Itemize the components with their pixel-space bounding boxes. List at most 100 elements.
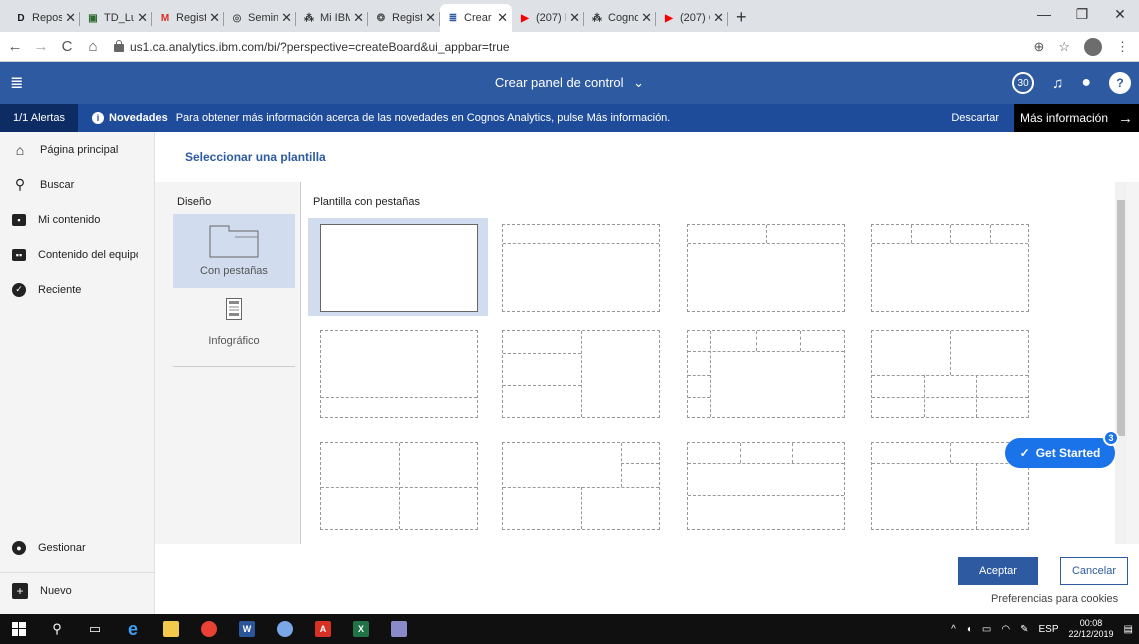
app-title-text: Crear panel de control: [494, 75, 624, 90]
word-icon[interactable]: W: [228, 614, 266, 644]
browser-tab[interactable]: D Reposito✕: [8, 4, 80, 32]
close-tab-icon[interactable]: ✕: [281, 10, 292, 26]
close-tab-icon[interactable]: ✕: [497, 10, 508, 26]
sidebar-item-team-content[interactable]: ▪▪ Contenido del equipo: [0, 237, 154, 272]
template-3[interactable]: [687, 224, 845, 312]
browser-tab[interactable]: ❂ Registrat✕: [368, 4, 440, 32]
url-field[interactable]: us1.ca.analytics.ibm.com/bi/?perspective…: [114, 39, 510, 54]
bell-icon[interactable]: ♫: [1052, 76, 1063, 91]
task-view-icon[interactable]: ▭: [76, 614, 114, 644]
help-icon[interactable]: ?: [1109, 72, 1131, 94]
language-indicator[interactable]: ESP: [1038, 624, 1058, 635]
aceptar-button[interactable]: Aceptar: [958, 557, 1038, 585]
browser-tab[interactable]: ▶ (207) CAI✕: [656, 4, 728, 32]
battery-icon[interactable]: ▭: [982, 624, 991, 635]
browser-tab[interactable]: ⁂ Mi IBM ✕: [296, 4, 368, 32]
sidebar-item-new[interactable]: + Nuevo: [0, 572, 155, 608]
address-bar: ← → C ⌂ us1.ca.analytics.ibm.com/bi/?per…: [0, 32, 1139, 62]
template-9[interactable]: [320, 442, 478, 530]
close-tab-icon[interactable]: ✕: [65, 10, 76, 26]
close-tab-icon[interactable]: ✕: [353, 10, 364, 26]
template-1[interactable]: [320, 224, 478, 312]
forward-button[interactable]: →: [30, 38, 52, 55]
maximize-button[interactable]: ❐: [1063, 0, 1101, 28]
browser-menu-icon[interactable]: ⋮: [1116, 39, 1129, 55]
browser-tab[interactable]: ▶ (207) IBM✕: [512, 4, 584, 32]
template-4[interactable]: [871, 224, 1029, 312]
browser-tab[interactable]: M Registro✕: [152, 4, 224, 32]
new-tab-button[interactable]: +: [736, 7, 747, 28]
user-icon[interactable]: ●: [1081, 75, 1091, 91]
get-started-badge: 3: [1103, 430, 1119, 446]
app-icon[interactable]: [266, 614, 304, 644]
close-tab-icon[interactable]: ✕: [569, 10, 580, 26]
reload-button[interactable]: C: [56, 38, 78, 55]
back-button[interactable]: ←: [4, 38, 26, 55]
browser-tab[interactable]: ≣ Crear pa✕: [440, 4, 512, 32]
tab-favicon-icon: M: [160, 12, 170, 24]
cookie-preferences-link[interactable]: Preferencias para cookies: [991, 593, 1118, 605]
search-icon[interactable]: ⚲: [38, 614, 76, 644]
template-6[interactable]: [502, 330, 660, 418]
close-tab-icon[interactable]: ✕: [209, 10, 220, 26]
scrollbar-thumb[interactable]: [1117, 200, 1125, 436]
clock[interactable]: 00:08 22/12/2019: [1069, 618, 1114, 640]
profile-avatar[interactable]: [1084, 38, 1102, 56]
notification-count-badge[interactable]: 30: [1012, 72, 1035, 94]
browser-tab[interactable]: ⁂ Cognos A✕: [584, 4, 656, 32]
file-explorer-icon[interactable]: [152, 614, 190, 644]
clock-date: 22/12/2019: [1068, 629, 1114, 639]
mas-informacion-button[interactable]: Más información →: [1014, 104, 1139, 132]
excel-icon[interactable]: X: [342, 614, 380, 644]
volume-icon[interactable]: ◖: [966, 624, 972, 635]
edge-icon[interactable]: e: [114, 614, 152, 644]
template-scrollbar[interactable]: [1115, 182, 1127, 544]
chevron-up-icon[interactable]: ^: [951, 624, 956, 635]
close-window-button[interactable]: ✕: [1101, 0, 1139, 28]
arrow-right-icon: →: [1118, 109, 1134, 127]
snipping-tool-icon[interactable]: [380, 614, 418, 644]
novedades-text: Novedades: [109, 112, 168, 124]
alerts-count[interactable]: 1/1 Alertas: [0, 104, 78, 132]
minimize-button[interactable]: —: [1025, 0, 1063, 28]
template-5[interactable]: [320, 330, 478, 418]
browser-tab[interactable]: ◎ Seminari✕: [224, 4, 296, 32]
close-tab-icon[interactable]: ✕: [425, 10, 436, 26]
home-button[interactable]: ⌂: [82, 38, 104, 55]
sidebar-item-home[interactable]: ⌂ Página principal: [0, 132, 154, 167]
tab-list: DReposito✕▣TD_LuzAr✕MRegistro✕◎Seminari✕…: [8, 4, 728, 32]
option-tabbed[interactable]: Con pestañas: [173, 214, 295, 288]
sidebar-item-my-content[interactable]: ▪ Mi contenido: [0, 202, 154, 237]
browser-tab-strip: DReposito✕▣TD_LuzAr✕MRegistro✕◎Seminari✕…: [0, 0, 1139, 32]
windows-start-icon[interactable]: [0, 614, 38, 644]
template-8[interactable]: [871, 330, 1029, 418]
template-10[interactable]: [502, 442, 660, 530]
close-tab-icon[interactable]: ✕: [713, 10, 724, 26]
sidebar-item-search[interactable]: ⚲ Buscar: [0, 167, 154, 202]
tab-title: Seminari: [248, 12, 279, 24]
star-icon[interactable]: ☆: [1058, 39, 1070, 55]
app-title[interactable]: Crear panel de control ⌄: [0, 75, 1139, 91]
descartar-link[interactable]: Descartar: [951, 112, 999, 124]
close-tab-icon[interactable]: ✕: [641, 10, 652, 26]
url-text: us1.ca.analytics.ibm.com/bi/?perspective…: [130, 39, 510, 54]
option-infographic[interactable]: Infográfico: [173, 298, 295, 362]
info-icon: i: [92, 112, 104, 124]
zoom-icon[interactable]: ⊕: [1033, 39, 1044, 55]
sidebar-item-manage[interactable]: ● Gestionar: [0, 530, 155, 565]
cancelar-button[interactable]: Cancelar: [1060, 557, 1128, 585]
chrome-icon[interactable]: [190, 614, 228, 644]
notifications-icon[interactable]: ▤: [1124, 624, 1133, 635]
pen-icon[interactable]: ✎: [1020, 624, 1028, 635]
get-started-button[interactable]: ✓ Get Started 3: [1005, 430, 1119, 468]
browser-tab[interactable]: ▣ TD_LuzAr✕: [80, 4, 152, 32]
template-selector-panel: Diseño Con pestañas Infográfico Plantill…: [155, 182, 1139, 544]
template-2[interactable]: [502, 224, 660, 312]
sidebar-item-recent[interactable]: ✓ Reciente: [0, 272, 154, 307]
acrobat-icon[interactable]: A: [304, 614, 342, 644]
wifi-icon[interactable]: ◠: [1001, 624, 1010, 635]
close-tab-icon[interactable]: ✕: [137, 10, 148, 26]
template-11[interactable]: [687, 442, 845, 530]
template-7[interactable]: [687, 330, 845, 418]
tab-title: Registrat: [392, 12, 423, 24]
